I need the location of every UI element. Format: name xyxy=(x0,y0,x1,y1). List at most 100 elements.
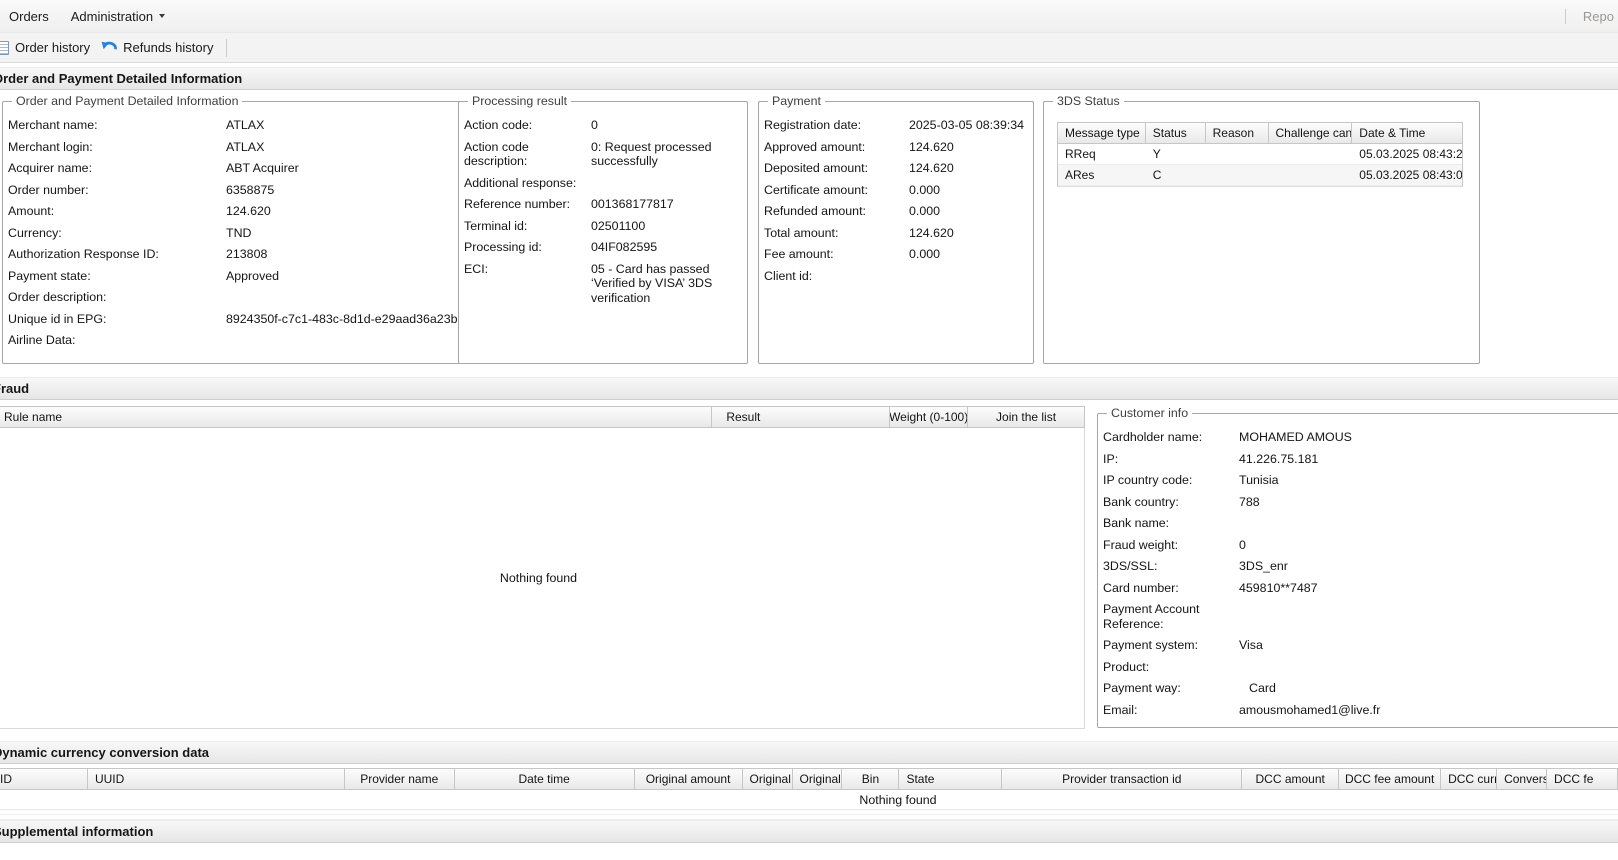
payment-fieldset: Payment Registration date:2025-03-05 08:… xyxy=(758,94,1034,364)
column-header-original-currency[interactable]: Original c xyxy=(793,769,843,789)
menu-separator xyxy=(1565,9,1566,24)
field-value: 0.000 xyxy=(909,183,1028,198)
field-value: MOHAMED AMOUS xyxy=(1239,430,1618,445)
column-header-date-time[interactable]: Date & Time xyxy=(1352,123,1462,143)
field-row: Certificate amount:0.000 xyxy=(764,183,1028,198)
field-row: Acquirer name:ABT Acquirer xyxy=(8,161,457,176)
field-label: Authorization Response ID: xyxy=(8,247,226,262)
field-value: Card xyxy=(1239,681,1618,696)
dcc-empty-row: Nothing found xyxy=(0,790,1618,810)
field-value: 124.620 xyxy=(909,161,1028,176)
toolbar: Order history Refunds history xyxy=(0,33,1618,63)
field-value: 788 xyxy=(1239,495,1618,510)
field-label: Payment system: xyxy=(1103,638,1239,653)
payment-legend: Payment xyxy=(768,94,825,108)
column-header-dcc-fee-amount[interactable]: DCC fee amount xyxy=(1339,769,1441,789)
field-value: 05 - Card has passed ‘Verified by VISA’ … xyxy=(591,262,742,306)
field-row: Client id: xyxy=(764,269,1028,284)
table-row[interactable]: RReq Y 05.03.2025 08:43:29 xyxy=(1058,144,1462,165)
dcc-empty-text: Nothing found xyxy=(859,793,936,807)
menu-item-label: Orders xyxy=(9,9,49,24)
refunds-history-label: Refunds history xyxy=(123,40,213,55)
column-header-dcc-amount[interactable]: DCC amount xyxy=(1242,769,1339,789)
refunds-history-button[interactable]: Refunds history xyxy=(98,36,221,60)
fraud-table-header: Rule name Result Weight (0-100) Join the… xyxy=(0,406,1085,428)
column-header-id[interactable]: ID xyxy=(0,769,88,789)
column-header-join-the-list[interactable]: Join the list xyxy=(968,407,1084,427)
column-header-dcc-currency[interactable]: DCC curr xyxy=(1441,769,1497,789)
field-value: 124.620 xyxy=(226,204,457,219)
cell-date-time: 05.03.2025 08:43:29 xyxy=(1352,144,1462,164)
field-label: Unique id in EPG: xyxy=(8,312,226,327)
field-value: 213808 xyxy=(226,247,457,262)
field-row: Action code:0 xyxy=(464,118,742,133)
field-row: Order number:6358875 xyxy=(8,183,457,198)
field-label: Merchant login: xyxy=(8,140,226,155)
field-value: 124.620 xyxy=(909,140,1028,155)
field-row: Airline Data: xyxy=(8,333,457,348)
fraud-section: Rule name Result Weight (0-100) Join the… xyxy=(0,400,1618,732)
field-row: Payment system:Visa xyxy=(1103,638,1618,653)
customer-info-legend: Customer info xyxy=(1107,406,1192,420)
field-label: Acquirer name: xyxy=(8,161,226,176)
field-value: 124.620 xyxy=(909,226,1028,241)
order-history-button[interactable]: Order history xyxy=(0,36,98,60)
menu-item-reports[interactable]: Repo xyxy=(1579,0,1618,32)
dcc-table-header: ID UUID Provider name Date time Original… xyxy=(0,768,1618,790)
field-label: Currency: xyxy=(8,226,226,241)
processing-result-fieldset: Processing result Action code:0 Action c… xyxy=(458,94,748,364)
cell-challenge-cancel xyxy=(1269,165,1353,185)
field-row: Currency:TND xyxy=(8,226,457,241)
column-header-reason[interactable]: Reason xyxy=(1206,123,1269,143)
field-row: IP:41.226.75.181 xyxy=(1103,452,1618,467)
menu-item-administration[interactable]: Administration xyxy=(60,0,176,32)
field-label: Amount: xyxy=(8,204,226,219)
column-header-conversion[interactable]: Conversi xyxy=(1497,769,1547,789)
field-value: 0: Request processed successfully xyxy=(591,140,742,169)
field-label: Payment Account Reference: xyxy=(1103,602,1239,631)
field-label: IP country code: xyxy=(1103,473,1239,488)
column-header-message-type[interactable]: Message type xyxy=(1058,123,1146,143)
column-header-state[interactable]: State xyxy=(899,769,1002,789)
cell-reason xyxy=(1206,165,1269,185)
column-header-weight[interactable]: Weight (0-100) xyxy=(890,407,968,427)
column-header-result[interactable]: Result xyxy=(712,407,890,427)
column-header-dcc-fee[interactable]: DCC fe xyxy=(1547,769,1617,789)
tds-table-body: RReq Y 05.03.2025 08:43:29 ARes C 05.03.… xyxy=(1057,144,1463,187)
column-header-uuid[interactable]: UUID xyxy=(88,769,345,789)
column-header-rule-name[interactable]: Rule name xyxy=(0,407,712,427)
cell-message-type: RReq xyxy=(1058,144,1146,164)
column-header-bin[interactable]: Bin xyxy=(842,769,899,789)
field-row: Reference number:001368177817 xyxy=(464,197,742,212)
field-value: 001368177817 xyxy=(591,197,742,212)
field-row: Merchant name:ATLAX xyxy=(8,118,457,133)
field-value: amousmohamed1@live.fr xyxy=(1239,703,1618,718)
supplemental-section-header: Supplemental information xyxy=(0,820,1618,843)
field-value: 459810**7487 xyxy=(1239,581,1618,596)
column-header-status[interactable]: Status xyxy=(1146,123,1206,143)
field-label: Bank country: xyxy=(1103,495,1239,510)
fraud-empty-text: Nothing found xyxy=(500,571,577,585)
toolbar-separator xyxy=(226,39,227,57)
field-label: Fraud weight: xyxy=(1103,538,1239,553)
field-row: Approved amount:124.620 xyxy=(764,140,1028,155)
column-header-provider-transaction-id[interactable]: Provider transaction id xyxy=(1002,769,1242,789)
menu-item-orders[interactable]: Orders xyxy=(0,0,60,32)
field-row: Bank country:788 xyxy=(1103,495,1618,510)
cell-status: C xyxy=(1146,165,1206,185)
field-row: Merchant login:ATLAX xyxy=(8,140,457,155)
column-header-date-time[interactable]: Date time xyxy=(455,769,635,789)
field-row: Payment state:Approved xyxy=(8,269,457,284)
tds-status-table: Message type Status Reason Challenge can… xyxy=(1057,122,1463,187)
column-header-challenge-cancel[interactable]: Challenge cancel xyxy=(1269,123,1353,143)
cell-date-time: 05.03.2025 08:43:09 xyxy=(1352,165,1462,185)
app-root: Orders Administration Repo Order history… xyxy=(0,0,1618,860)
column-header-original-fee[interactable]: Original f xyxy=(743,769,793,789)
column-header-provider-name[interactable]: Provider name xyxy=(345,769,455,789)
column-header-original-amount[interactable]: Original amount xyxy=(635,769,743,789)
chevron-down-icon xyxy=(159,14,165,18)
table-row[interactable]: ARes C 05.03.2025 08:43:09 xyxy=(1058,165,1462,186)
tds-status-fieldset: 3DS Status Message type Status Reason Ch… xyxy=(1043,94,1480,364)
field-value: ATLAX xyxy=(226,140,457,155)
field-row: Action code description:0: Request proce… xyxy=(464,140,742,169)
